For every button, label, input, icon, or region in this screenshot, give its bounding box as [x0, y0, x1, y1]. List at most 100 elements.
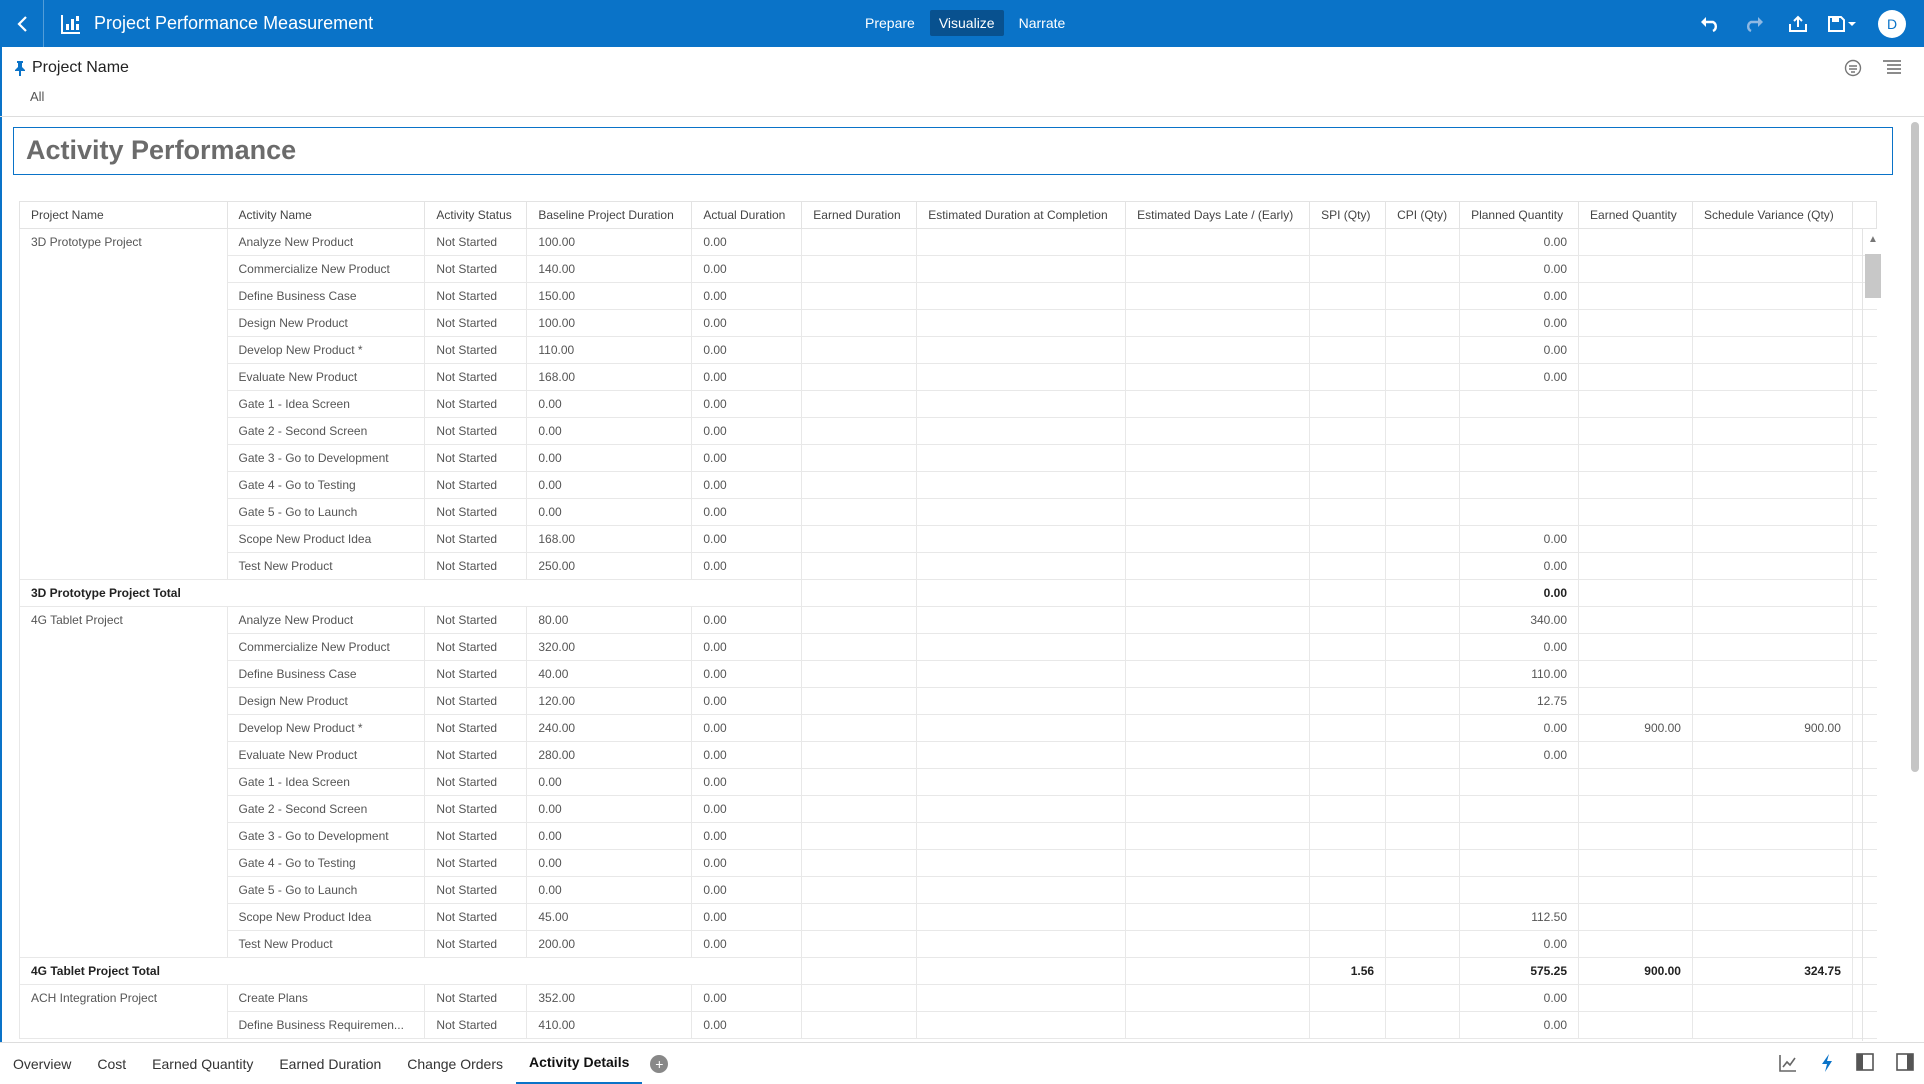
- column-header[interactable]: Activity Name: [226, 201, 426, 229]
- actual-duration-cell: 0.00: [691, 309, 802, 337]
- spi-cell: [1309, 930, 1386, 958]
- viz-title[interactable]: Activity Performance: [13, 127, 1893, 175]
- tab-activity-details[interactable]: Activity Details: [516, 1043, 643, 1084]
- column-header[interactable]: Earned Quantity: [1578, 201, 1693, 229]
- days-late-cell: [1125, 768, 1310, 796]
- save-button[interactable]: [1820, 0, 1864, 47]
- table-row[interactable]: Scope New Product Idea Not Started 45.00 0.…: [20, 903, 1877, 931]
- table-row[interactable]: Commercialize New Product Not Started 320.…: [20, 633, 1877, 661]
- table-row[interactable]: Gate 5 - Go to Launch Not Started 0.00 0.00: [20, 876, 1877, 904]
- actual-duration-cell: 0.00: [691, 984, 802, 1012]
- table-row[interactable]: Evaluate New Product Not Started 168.00 0.0…: [20, 363, 1877, 391]
- table-row[interactable]: Test New Product Not Started 250.00 0.00 0.0…: [20, 552, 1877, 580]
- table-row[interactable]: Gate 4 - Go to Testing Not Started 0.00 0.0…: [20, 471, 1877, 499]
- schedule-variance-cell: [1691, 687, 1853, 715]
- activity-name-cell: Commercialize New Product: [226, 633, 425, 661]
- spi-cell: [1309, 471, 1386, 499]
- chart-edit-icon[interactable]: [1778, 1053, 1798, 1073]
- table-cell: [916, 957, 1126, 985]
- days-late-cell: [1125, 471, 1310, 499]
- scroll-up-icon[interactable]: ▲: [1863, 229, 1883, 249]
- estimated-duration-cell: [916, 606, 1126, 634]
- cpi-cell: [1385, 390, 1460, 418]
- table-row[interactable]: Test New Product Not Started 200.00 0.00 0.0…: [20, 930, 1877, 958]
- undo-button[interactable]: [1688, 0, 1732, 47]
- cpi-cell: [1385, 714, 1460, 742]
- column-header[interactable]: Planned Quantity: [1459, 201, 1580, 229]
- column-header[interactable]: Activity Status: [424, 201, 528, 229]
- table-row[interactable]: Develop New Product * Not Started 240.00 0.…: [20, 714, 1877, 742]
- column-header[interactable]: Actual Duration: [691, 201, 803, 229]
- total-row[interactable]: 3D Prototype Project Total 0.00: [19, 579, 1877, 607]
- table-row[interactable]: 4G Tablet Project Analyze New Product Not …: [19, 606, 1877, 958]
- column-header[interactable]: Schedule Variance (Qty): [1691, 201, 1853, 229]
- redo-button[interactable]: [1732, 0, 1776, 47]
- plus-circle-icon[interactable]: +: [650, 1054, 669, 1073]
- project-name-cell: 4G Tablet Project: [19, 606, 227, 958]
- filter-project-name[interactable]: Project Name: [14, 59, 129, 77]
- spi-cell: [1309, 444, 1386, 472]
- canvas-scroll-thumb[interactable]: [1911, 122, 1919, 772]
- earned-quantity-cell: 900.00: [1578, 714, 1693, 742]
- table-row[interactable]: Define Business Case Not Started 150.00 0.0…: [20, 282, 1877, 310]
- column-header[interactable]: SPI (Qty): [1309, 201, 1387, 229]
- table-row[interactable]: Scope New Product Idea Not Started 168.00 0…: [20, 525, 1877, 553]
- cpi-cell: [1385, 471, 1460, 499]
- table-row[interactable]: Commercialize New Product Not Started 140.…: [20, 255, 1877, 283]
- activity-status-cell: Not Started: [424, 930, 527, 958]
- left-panel-icon[interactable]: [1856, 1053, 1874, 1071]
- table-row[interactable]: Define Business Case Not Started 40.00 0.00…: [20, 660, 1877, 688]
- column-header[interactable]: Estimated Duration at Completion: [916, 201, 1127, 229]
- table-row[interactable]: Gate 2 - Second Screen Not Started 0.00 0.0…: [20, 417, 1877, 445]
- tab-earned-duration[interactable]: Earned Duration: [266, 1043, 394, 1084]
- days-late-cell: [1125, 795, 1310, 823]
- total-row[interactable]: 4G Tablet Project Total 1.56 575.25 900.00 3…: [19, 957, 1877, 985]
- table-row[interactable]: Gate 3 - Go to Development Not Started 0.0…: [20, 822, 1877, 850]
- tab-cost[interactable]: Cost: [84, 1043, 139, 1084]
- right-panel-icon[interactable]: [1896, 1053, 1914, 1071]
- filter-settings-icon[interactable]: [1844, 59, 1862, 77]
- table-row[interactable]: Gate 1 - Idea Screen Not Started 0.00 0.00: [20, 768, 1877, 796]
- table-row[interactable]: Develop New Product * Not Started 110.00 0.…: [20, 336, 1877, 364]
- table-row[interactable]: Design New Product Not Started 120.00 0.00 1…: [20, 687, 1877, 715]
- activity-status-cell: Not Started: [424, 849, 527, 877]
- column-header[interactable]: CPI (Qty): [1385, 201, 1461, 229]
- mode-prepare[interactable]: Prepare: [856, 10, 924, 36]
- table-row[interactable]: Evaluate New Product Not Started 280.00 0.0…: [20, 741, 1877, 769]
- table-row[interactable]: 3D Prototype Project Analyze New Product N…: [19, 228, 1877, 580]
- table-scrollbar[interactable]: ▲: [1862, 229, 1882, 1041]
- column-header[interactable]: Project Name: [19, 201, 228, 229]
- canvas-scrollbar[interactable]: [1910, 118, 1920, 1042]
- estimated-duration-cell: [916, 390, 1126, 418]
- user-avatar[interactable]: D: [1878, 9, 1906, 38]
- tab-change-orders[interactable]: Change Orders: [394, 1043, 516, 1084]
- planned-quantity-cell: 0.00: [1459, 228, 1579, 256]
- table-row[interactable]: Gate 2 - Second Screen Not Started 0.00 0.0…: [20, 795, 1877, 823]
- column-header[interactable]: Estimated Days Late / (Early): [1125, 201, 1311, 229]
- days-late-cell: [1125, 849, 1310, 877]
- table-row[interactable]: Gate 1 - Idea Screen Not Started 0.00 0.00: [20, 390, 1877, 418]
- schedule-variance-cell: [1691, 606, 1853, 634]
- table-row[interactable]: Define Business Requiremen... Not Started…: [20, 1011, 1877, 1039]
- table-row[interactable]: Gate 5 - Go to Launch Not Started 0.00 0.00: [20, 498, 1877, 526]
- sv-total-cell: 324.75: [1691, 957, 1853, 985]
- table-row[interactable]: ACH Integration Project Create Plans Not S…: [19, 984, 1877, 1039]
- mode-narrate[interactable]: Narrate: [1010, 10, 1075, 36]
- table-row[interactable]: Gate 4 - Go to Testing Not Started 0.00 0.0…: [20, 849, 1877, 877]
- filter-value[interactable]: All: [30, 89, 44, 104]
- lightning-icon[interactable]: [1820, 1053, 1834, 1073]
- export-button[interactable]: [1776, 0, 1820, 47]
- tab-earned-quantity[interactable]: Earned Quantity: [139, 1043, 266, 1084]
- schedule-variance-cell: [1691, 903, 1853, 931]
- table-row[interactable]: Design New Product Not Started 100.00 0.00 0…: [20, 309, 1877, 337]
- baseline-duration-cell: 45.00: [526, 903, 692, 931]
- tab-overview[interactable]: Overview: [0, 1043, 84, 1084]
- column-header[interactable]: Earned Duration: [801, 201, 918, 229]
- mode-visualize[interactable]: Visualize: [929, 10, 1004, 36]
- table-scroll-thumb[interactable]: [1865, 254, 1881, 298]
- table-row[interactable]: Gate 3 - Go to Development Not Started 0.0…: [20, 444, 1877, 472]
- column-header[interactable]: Baseline Project Duration: [526, 201, 693, 229]
- actual-duration-cell: 0.00: [691, 714, 802, 742]
- menu-lines-icon[interactable]: [1882, 59, 1902, 75]
- back-button[interactable]: [0, 0, 44, 47]
